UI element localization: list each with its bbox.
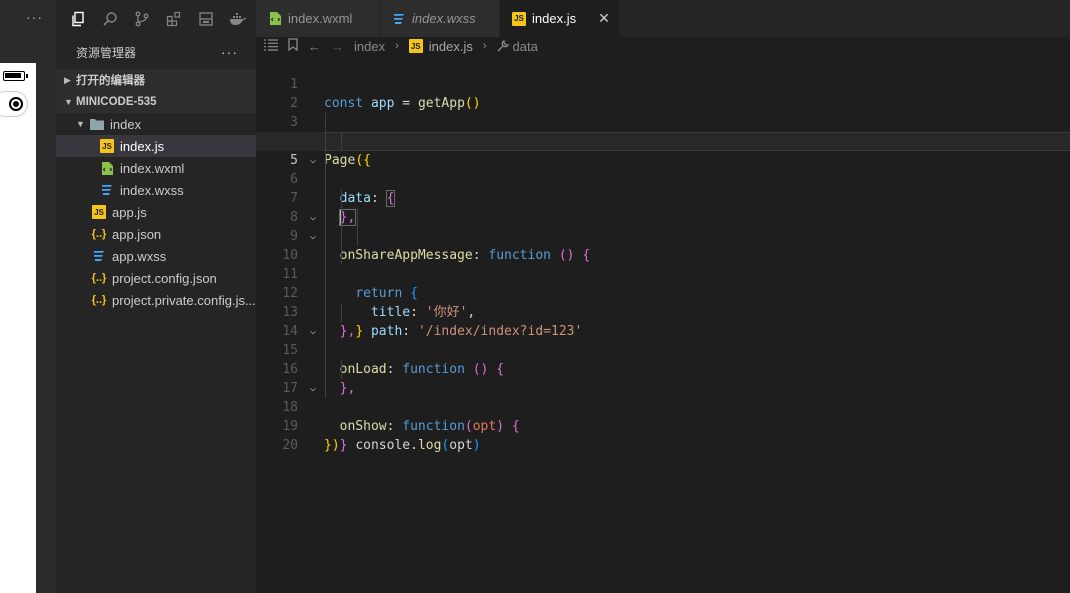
code-line[interactable]: 20 (256, 417, 1070, 453)
line-number: 20 (282, 438, 298, 453)
code-line[interactable]: 9 title: '你好', (256, 208, 1070, 320)
wxss-file-icon (392, 12, 406, 26)
tree-file-index-wxml[interactable]: index.wxml (56, 157, 256, 179)
code-line[interactable]: 17 console.log(opt) (256, 360, 1070, 453)
simulator-more-button[interactable]: ··· (26, 9, 43, 25)
editor-tabs: index.wxml index.wxss JS index.js ✕ (256, 0, 1070, 37)
docker-icon[interactable] (222, 0, 254, 37)
js-file-icon: JS (512, 11, 526, 26)
files-icon[interactable] (62, 0, 94, 37)
tab-index-js[interactable]: JS index.js ✕ (500, 0, 620, 37)
wrench-icon (497, 40, 509, 52)
source-control-icon[interactable] (126, 0, 158, 37)
json-file-icon: {..} (91, 294, 107, 306)
breadcrumb-symbol[interactable]: data (497, 39, 538, 54)
tree-item-label: index.wxss (120, 182, 184, 198)
code-line-current[interactable]: 5 (256, 132, 1070, 225)
mini-program-capsule[interactable] (0, 91, 28, 117)
wxss-file-icon (92, 249, 106, 263)
tab-index-wxml[interactable]: index.wxml (256, 0, 380, 37)
chevron-down-icon: ▼ (76, 119, 85, 129)
chevron-right-icon: › (395, 40, 399, 52)
js-file-icon: JS (100, 139, 114, 153)
tree-item-label: project.config.json (112, 270, 217, 286)
layout-icon[interactable] (190, 0, 222, 37)
tree-file-project-config-json[interactable]: {..} project.config.json (56, 267, 256, 289)
tree-item-label: app.js (112, 204, 147, 220)
tree-file-app-js[interactable]: JS app.js (56, 201, 256, 223)
code-line[interactable]: 13 ⌵ onLoad: function () { (256, 284, 1070, 377)
tree-item-label: app.json (112, 226, 162, 242)
code-line[interactable]: 19 }) (256, 398, 1070, 453)
workspace-label: MINICODE-535 (76, 96, 157, 108)
tree-item-label: project.private.config.js... (112, 292, 256, 308)
code-line[interactable]: 8 ⌵ return { (256, 189, 1070, 301)
tab-label: index.wxml (288, 11, 353, 26)
search-icon[interactable] (94, 0, 126, 37)
json-file-icon: {..} (91, 228, 107, 240)
tree-file-project-private-config[interactable]: {..} project.private.config.js... (56, 289, 256, 311)
explorer-more-button[interactable]: ··· (221, 44, 238, 60)
chevron-right-icon: ▶ (64, 74, 71, 85)
tree-file-app-wxss[interactable]: app.wxss (56, 245, 256, 267)
simulator-rotate-icon[interactable]: ◜ (0, 10, 6, 26)
code-line[interactable]: 10 path: '/index/index?id=123' (256, 227, 1070, 339)
code-line[interactable]: 1 const app = getApp() (256, 56, 1070, 111)
extensions-icon[interactable] (158, 0, 190, 37)
breadcrumb-file[interactable]: JS index.js (408, 38, 473, 54)
explorer-sidebar: 资源管理器 ··· ▶ 打开的编辑器 ▼ MINICODE-535 ▼ inde… (56, 37, 256, 593)
open-editors-label: 打开的编辑器 (76, 75, 145, 87)
code-line[interactable]: 2 (256, 75, 1070, 111)
code-line[interactable]: 4 ⌵ data: { (256, 113, 1070, 207)
bookmark-icon[interactable] (288, 38, 298, 54)
simulator-toolbar: ◜ ··· (0, 0, 56, 37)
tab-label: index.js (532, 11, 577, 26)
simulator-screen[interactable] (0, 63, 36, 593)
code-line[interactable]: 3 ⌵ Page({ (256, 94, 1070, 168)
tree-item-label: index (110, 116, 142, 132)
breadcrumb-file-label: index.js (428, 38, 473, 54)
code-editor[interactable]: 1 const app = getApp() 2 3 ⌵ Page({ 4 ⌵ … (256, 56, 1070, 593)
explorer-title: 资源管理器 (76, 45, 137, 60)
tree-file-app-json[interactable]: {..} app.json (56, 223, 256, 245)
breadcrumb-folder[interactable]: index (354, 39, 385, 54)
folder-open-icon (90, 117, 104, 131)
tree-item-label: index.wxml (120, 160, 185, 176)
code-line[interactable]: 14 (256, 303, 1070, 339)
wxss-file-icon (100, 183, 114, 197)
chevron-right-icon: › (482, 40, 487, 52)
list-icon[interactable] (264, 38, 278, 54)
tree-file-index-wxss[interactable]: index.wxss (56, 179, 256, 201)
code-line[interactable]: 12 }, (256, 265, 1070, 339)
tree-file-index-js[interactable]: JS index.js (56, 135, 256, 157)
workspace-section[interactable]: ▼ MINICODE-535 (56, 91, 256, 113)
tree-item-label: app.wxss (112, 248, 167, 264)
code-line[interactable]: 6 }, (256, 151, 1070, 226)
tree-item-label: index.js (120, 138, 165, 154)
json-file-icon: {..} (91, 272, 107, 284)
arrow-right-icon[interactable]: → (331, 39, 344, 54)
close-icon[interactable]: ✕ (598, 10, 610, 27)
code-line[interactable]: 18 } (256, 379, 1070, 453)
code-line[interactable]: 7 ⌵ onShareAppMessage: function () { (256, 170, 1070, 263)
code-line[interactable]: 16 ⌵ onShow: function(opt) { (256, 341, 1070, 434)
breadcrumb-symbol-label: data (512, 38, 538, 54)
capsule-close-icon[interactable] (9, 97, 23, 111)
tab-index-wxss[interactable]: index.wxss (380, 0, 500, 37)
wxml-file-icon (268, 12, 282, 26)
tab-label: index.wxss (412, 11, 476, 26)
js-file-icon: JS (408, 39, 423, 53)
activity-bar (56, 0, 256, 37)
wxml-file-icon (100, 161, 114, 175)
code-line[interactable]: 15 }, (256, 322, 1070, 396)
explorer-header: 资源管理器 ··· (56, 37, 256, 67)
open-editors-section[interactable]: ▶ 打开的编辑器 (56, 69, 256, 91)
code-line[interactable]: 11 } (256, 246, 1070, 339)
tree-folder-index[interactable]: ▼ index (56, 113, 256, 135)
breadcrumb: ← → index › JS index.js › data (256, 37, 1070, 55)
arrow-left-icon[interactable]: ← (308, 39, 321, 54)
battery-icon (3, 71, 28, 81)
js-file-icon: JS (92, 205, 106, 219)
chevron-down-icon: ▼ (64, 97, 73, 107)
